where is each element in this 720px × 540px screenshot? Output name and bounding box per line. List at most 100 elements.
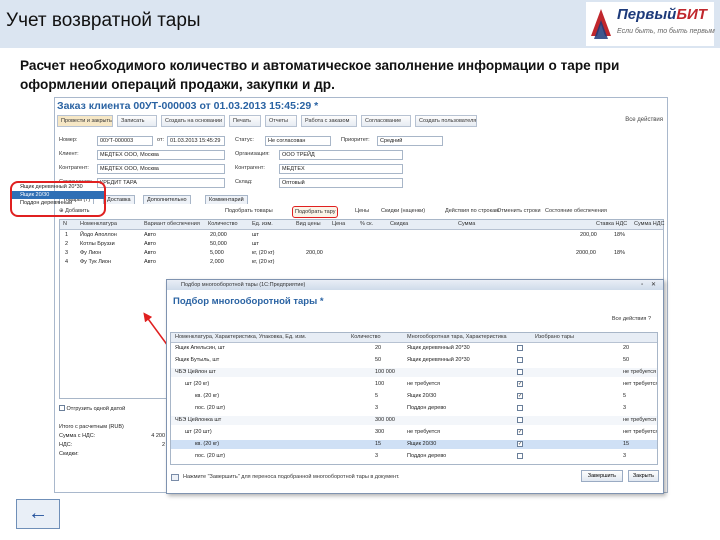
tare-row-count: 20 [623, 345, 630, 351]
selected-tare-list: Ящик деревянный 20*30 Ящик 20/30 Поддон … [10, 181, 106, 217]
dialog-titlebar: Подбор многооборотной тары (1С:Предприят… [167, 280, 663, 290]
table-row[interactable]: 1 Йодо Аполлон Авто 20,000 шт 200,00 18% [60, 231, 663, 240]
tare-row-qty: 3 [375, 453, 379, 459]
tare-row-checkbox[interactable] [517, 453, 523, 459]
tare-row-tare: Ящик деревянный 20*30 [407, 345, 470, 351]
logo-mark-icon [591, 9, 611, 39]
all-actions-menu[interactable]: Все действия [625, 117, 663, 123]
tare-row-checkbox[interactable]: ✓ [517, 381, 523, 387]
goods-table-header: N Номенклатура Вариант обеспечения Колич… [60, 220, 664, 230]
warehouse-field[interactable]: Оптовый [279, 178, 403, 188]
tare-row-tare: Поддон дерево [407, 405, 447, 411]
reports-button[interactable]: Отчеты [265, 115, 297, 127]
print-button[interactable]: Печать [229, 115, 261, 127]
organization-field[interactable]: ООО ТРЕЙД [279, 150, 403, 160]
tare-row-name: шт (20 кг) [185, 381, 210, 387]
tare-row[interactable]: Ящик Апельсин, шт 20 Ящик деревянный 20*30… [171, 344, 657, 353]
select-goods-button[interactable]: Подобрать товары [225, 206, 273, 216]
tare-row-tare: не требуется [407, 381, 440, 387]
close-button[interactable]: Закрыть [627, 470, 659, 482]
col-price-type: Вид цены [296, 221, 321, 227]
create-based-on-button[interactable]: Создать на основании [161, 115, 225, 127]
post-and-close-button[interactable]: Провести и закрыть [57, 115, 113, 127]
tab-comment[interactable]: Комментарий [205, 195, 248, 204]
contractor2-field[interactable]: МЕДТЕХ [279, 164, 403, 174]
tare-row-count: 3 [623, 405, 627, 411]
tab-delivery[interactable]: Доставка [103, 195, 135, 204]
tare-row-checkbox[interactable] [517, 345, 523, 351]
tare-row-tare: Ящик деревянный 20*30 [407, 357, 470, 363]
company-logo: ПервыйБИТ Если быть, то быть первым [586, 2, 715, 46]
row-actions-button[interactable]: Действия по строкам [445, 206, 499, 216]
agreement-field[interactable]: КРЕДИТ ТАРА [97, 178, 225, 188]
goods-toolbar: ⊕ Добавить Подобрать товары Подобрать та… [59, 206, 664, 218]
tare-row[interactable]: пос. (20 шт) 3 Поддон дерево 3 [171, 452, 657, 461]
tare-row-checkbox[interactable]: ✓ [517, 441, 523, 447]
cancel-rows-button[interactable]: Отменить строки [497, 206, 541, 216]
col-discount-pct: % ск. [360, 221, 374, 227]
tare-row[interactable]: кв. (20 кг) 15 Ящик 20/30 ✓ 15 [171, 440, 657, 449]
order-toolbar: Провести и закрыть Записать Создать на о… [57, 115, 647, 128]
order-work-button[interactable]: Работа с заказом [301, 115, 357, 127]
back-arrow-button[interactable]: ← [16, 499, 60, 529]
totals-caption: Итого с расчетным (RUB) [59, 424, 124, 430]
tare-row-name: кв. (20 кг) [195, 393, 220, 399]
table-row[interactable]: 4 Фу Тук Лион Авто 2,000 кг, (20 кг) [60, 258, 663, 267]
list-item[interactable]: Ящик 20/30 [12, 191, 104, 199]
tare-row-count: нет требуется [623, 429, 658, 435]
tare-row[interactable]: кв. (20 кг) 5 Ящик 20/30 ✓ 5 [171, 392, 657, 401]
tare-row[interactable]: пос. (20 шт) 3 Поддон дерево 3 [171, 404, 657, 413]
total-vat: НДС: 2 [59, 442, 165, 448]
select-tare-button[interactable]: Подобрать тару [292, 206, 339, 218]
tare-row-qty: 20 [375, 345, 382, 351]
col-discount: Скидка [390, 221, 409, 227]
priority-field[interactable]: Средний [377, 136, 443, 146]
date-field[interactable]: 01.03.2013 15:45:29 [167, 136, 225, 146]
client-field[interactable]: МЕДТЕХ ООО, Москва [97, 150, 225, 160]
create-user-button[interactable]: Создать пользователя [415, 115, 477, 127]
tare-row-checkbox[interactable] [517, 369, 523, 375]
approval-button[interactable]: Согласование [361, 115, 411, 127]
info-icon [171, 474, 179, 481]
tare-row-tare: не требуется [407, 429, 440, 435]
tare-row-checkbox[interactable] [517, 405, 523, 411]
tare-row-name: пос. (20 шт) [195, 405, 226, 411]
prices-button[interactable]: Цены [355, 206, 369, 216]
tare-row-checkbox[interactable] [517, 417, 523, 423]
tare-row-count: 5 [623, 393, 627, 399]
contractor-field[interactable]: МЕДТЕХ ООО, Москва [97, 164, 225, 174]
tare-row-checkbox[interactable]: ✓ [517, 393, 523, 399]
list-item[interactable]: Ящик деревянный 20*30 [12, 183, 104, 191]
tare-row-count: 50 [623, 357, 630, 363]
order-window-title: Заказ клиента 00УТ-000003 от 01.03.2013 … [57, 100, 319, 112]
logo-name: ПервыйБИТ [617, 6, 707, 23]
table-row[interactable]: 3 Фу Лион Авто 5,000 кг, (20 кг) 200,00 2000,0… [60, 249, 663, 258]
help-icon[interactable]: ? [648, 316, 651, 322]
col-variant: Вариант обеспечения [144, 221, 200, 227]
split-shipment-checkbox[interactable]: Отгрузить одной датой [59, 404, 165, 413]
list-item[interactable]: Поддон деревянный [12, 199, 104, 207]
table-row[interactable]: 2 Котлы Бруззи Авто 50,000 шт [60, 240, 663, 249]
save-button[interactable]: Записать [117, 115, 157, 127]
col-vat-rate: Ставка НДС [596, 221, 628, 227]
number-field[interactable]: 00УТ-000003 [97, 136, 153, 146]
tare-row[interactable]: Ящик Бутыль, шт 50 Ящик деревянный 20*30 50 [171, 356, 657, 365]
tare-row-qty: 50 [375, 357, 382, 363]
discounts-button[interactable]: Скидки (наценки) [381, 206, 425, 216]
tare-row-checkbox[interactable] [517, 357, 523, 363]
tab-additional[interactable]: Дополнительно [143, 195, 191, 204]
tare-row[interactable]: шт (20 кг) 100 не требуется ✓ нет требуется [171, 380, 657, 389]
col-nomenclature: Номенклатура, Характеристика, Упаковка, … [175, 334, 307, 340]
checkbox-icon [59, 405, 65, 411]
tare-row-checkbox[interactable]: ✓ [517, 429, 523, 435]
provision-state-button[interactable]: Состояние обеспечения [545, 206, 607, 216]
status-field[interactable]: Не согласован [265, 136, 331, 146]
dialog-all-actions[interactable]: Все действия ? [612, 316, 651, 322]
tare-row-count: 15 [623, 441, 630, 447]
tare-row[interactable]: ЧБЭ Цейлонка шт 300 000 не требуется [171, 416, 657, 425]
tare-row-count: не требуется [623, 369, 656, 375]
tare-row[interactable]: шт (20 шт) 300 не требуется ✓ нет требуется [171, 428, 657, 437]
tare-row[interactable]: ЧБЭ Цейлон шт 100 000 не требуется [171, 368, 657, 377]
window-controls-icon[interactable]: ▫ ✕ [641, 280, 659, 290]
finish-button[interactable]: Завершить [580, 470, 623, 482]
